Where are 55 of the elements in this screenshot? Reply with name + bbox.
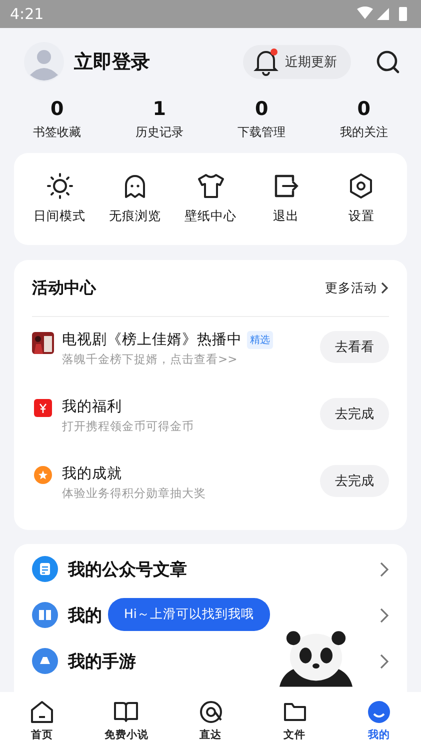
user-icon [366,700,391,724]
link-label[interactable]: 我的手游 [68,650,136,672]
stat-count[interactable]: 0 [50,98,64,120]
chevron-icon[interactable] [380,562,389,576]
search-icon[interactable] [375,48,401,74]
activity-subtitle: 落魄千金榜下捉婿，点击查看>> [62,352,238,367]
nav-tab[interactable]: 文件 [252,700,337,742]
activity-title[interactable]: 电视剧《榜上佳婿》热播中 [62,330,242,349]
status-time: 4:21 [10,5,44,23]
activity-subtitle: 体验业务得积分勋章抽大奖 [62,486,207,501]
shirt-icon[interactable] [196,173,225,199]
chevron-icon[interactable] [380,608,389,622]
yen-icon [32,399,54,417]
poster-thumbnail [32,332,54,354]
tool-label[interactable]: 壁纸中心 [184,208,237,225]
action-button[interactable]: 去看看 [320,331,389,363]
featured-tag: 精选 [247,330,273,348]
home-icon [30,700,54,724]
exit-icon[interactable] [272,173,299,199]
action-button[interactable]: 去完成 [320,465,389,497]
stat-count[interactable]: 1 [152,98,166,120]
activity-subtitle: 打开携程领金币可得金币 [62,419,195,434]
nav-tab[interactable]: 免费小说 [84,700,168,742]
sun-icon[interactable] [46,173,73,199]
stat-label[interactable]: 我的关注 [340,124,388,141]
medal-icon [32,466,54,484]
at-sign-icon [198,700,222,724]
link-label[interactable]: 我的 [68,604,102,626]
nav-tab[interactable]: 直达 [168,700,253,742]
tool-label[interactable]: 无痕浏览 [109,208,162,225]
chevron-icon[interactable] [380,654,389,668]
activity-title[interactable]: 我的福利 [62,397,122,416]
nav-tab[interactable]: 首页 [0,700,84,742]
action-button[interactable]: 去完成 [320,398,389,430]
stat-count[interactable]: 0 [357,98,370,120]
tool-label[interactable]: 退出 [272,208,299,225]
section-title: 活动中心 [32,278,96,298]
tool-label[interactable]: 设置 [348,208,374,225]
activity-title[interactable]: 我的成就 [62,464,122,483]
stat-label[interactable]: 历史记录 [135,124,184,141]
stat-label[interactable]: 下载管理 [238,124,286,141]
folder-icon [282,700,307,724]
nav-tab[interactable]: 我的 [336,700,421,742]
more-link[interactable]: 更多活动 [325,280,377,296]
updates-button[interactable]: 近期更新 [243,44,351,78]
tool-label[interactable]: 日间模式 [34,208,86,225]
chevron-icon[interactable] [381,282,389,294]
link-label[interactable]: 我的公众号文章 [68,558,187,580]
stat-label[interactable]: 书签收藏 [33,124,82,141]
tooltip-bubble: Hi～上滑可以找到我哦 [108,598,270,631]
document-icon[interactable] [32,556,58,582]
settings-icon[interactable] [348,173,374,199]
bell-icon [253,48,279,76]
login-link[interactable]: 立即登录 [74,48,150,74]
stat-count[interactable]: 0 [255,98,268,120]
